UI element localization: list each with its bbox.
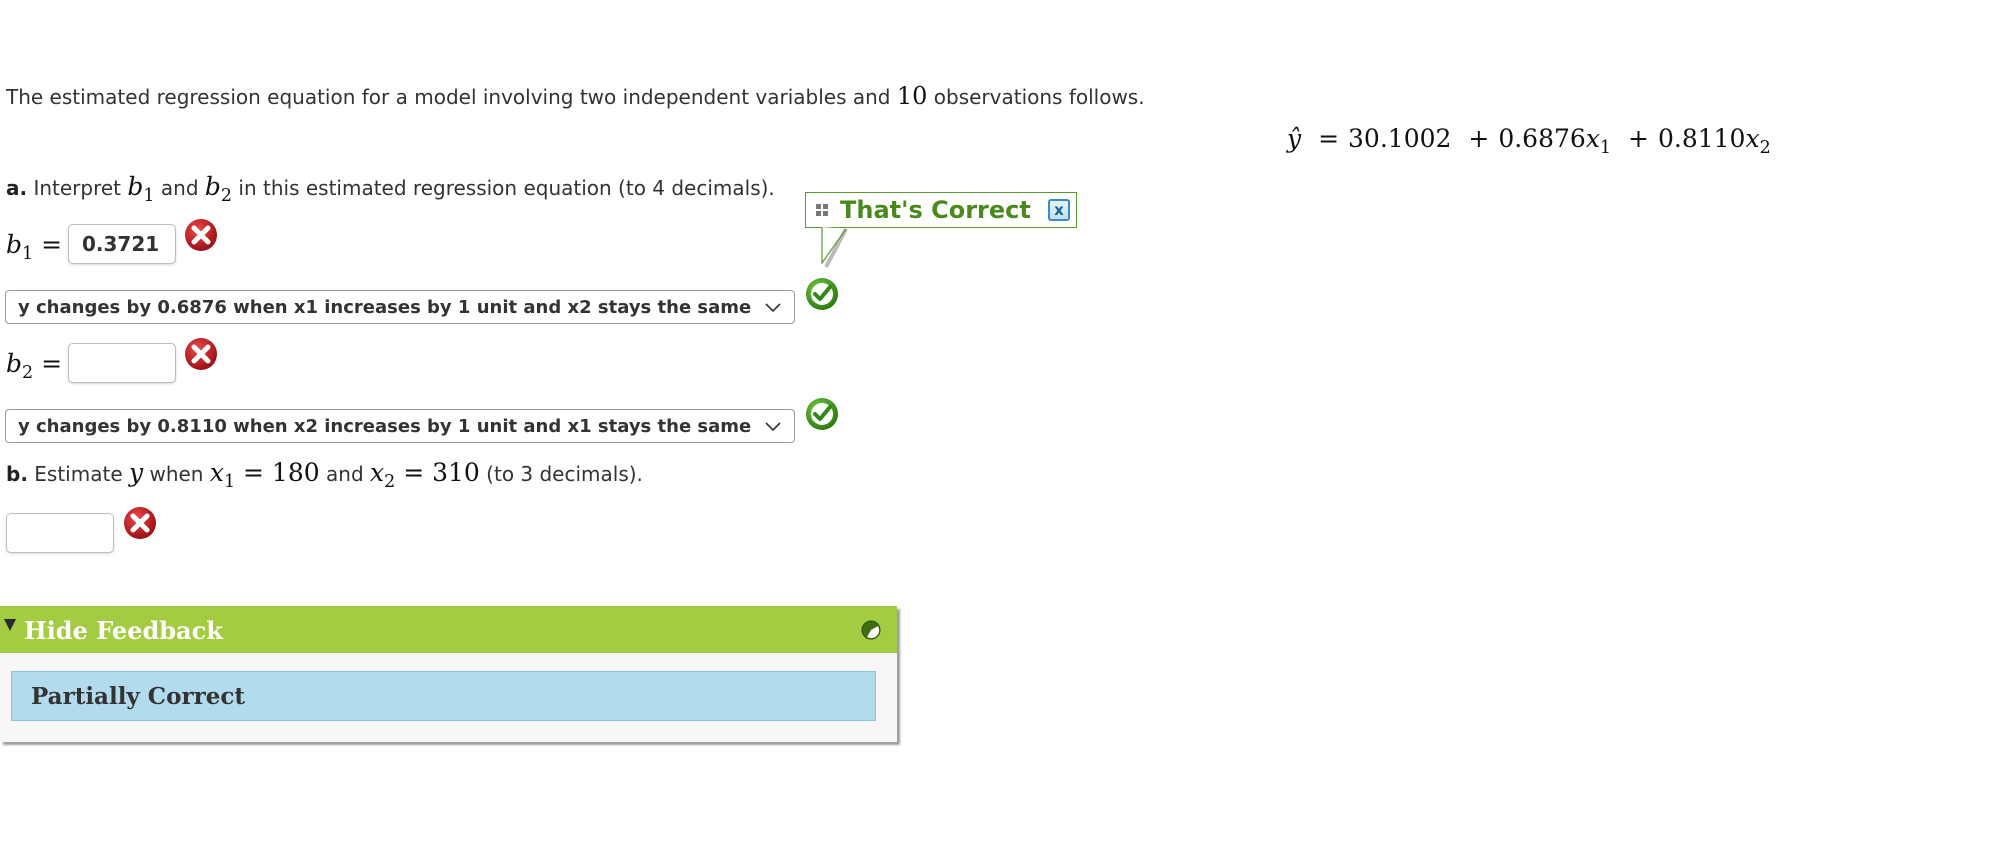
interpretation-b1-select[interactable]: y changes by 0.6876 when x1 increases by… <box>5 290 795 324</box>
correct-tooltip: That's Correct x <box>805 192 1077 228</box>
b2-row: b2 = <box>6 343 176 383</box>
observation-count: 10 <box>896 82 928 110</box>
feedback-panel: Hide Feedback Partially Correct <box>0 606 897 742</box>
part-a-prompt: a. Interpret b1 and b2 in this estimated… <box>6 172 775 207</box>
close-icon: x <box>1054 201 1064 219</box>
regression-equation: ŷ = 30.1002 +0.6876x1 +0.8110x2 <box>1287 124 1771 159</box>
intercept: 30.1002 <box>1348 124 1452 153</box>
part-b-prompt: b. Estimate y when x1 = 180 and x2 = 310… <box>6 458 643 493</box>
chevron-down-icon <box>765 303 781 313</box>
status-pie-icon <box>861 620 881 640</box>
b1-row: b1 = <box>6 224 176 264</box>
b1-label: b1 = <box>6 229 63 264</box>
b2-input[interactable] <box>68 343 176 383</box>
check-circle-icon <box>806 398 838 430</box>
interpretation-b2-select[interactable]: y changes by 0.8110 when x2 increases by… <box>5 409 795 443</box>
b2-label: b2 = <box>6 348 63 383</box>
tooltip-pointer <box>821 227 848 268</box>
feedback-toggle[interactable]: Hide Feedback <box>0 606 897 653</box>
estimate-y-input[interactable] <box>6 513 114 553</box>
x-circle-icon <box>185 338 217 370</box>
feedback-status: Partially Correct <box>11 671 876 721</box>
feedback-toggle-label: Hide Feedback <box>24 616 223 645</box>
triangle-down-icon <box>4 619 16 631</box>
tooltip-close-button[interactable]: x <box>1048 199 1070 221</box>
chevron-down-icon <box>765 422 781 432</box>
check-circle-icon <box>806 278 838 310</box>
x-circle-icon <box>124 507 156 539</box>
drag-handle-icon[interactable] <box>814 202 830 218</box>
b1-input[interactable] <box>68 224 176 264</box>
question-intro: The estimated regression equation for a … <box>6 82 1145 110</box>
coefficient-b1: 0.6876 <box>1498 124 1586 153</box>
x-circle-icon <box>185 219 217 251</box>
coefficient-b2: 0.8110 <box>1657 124 1746 153</box>
tooltip-message: That's Correct <box>840 196 1031 224</box>
